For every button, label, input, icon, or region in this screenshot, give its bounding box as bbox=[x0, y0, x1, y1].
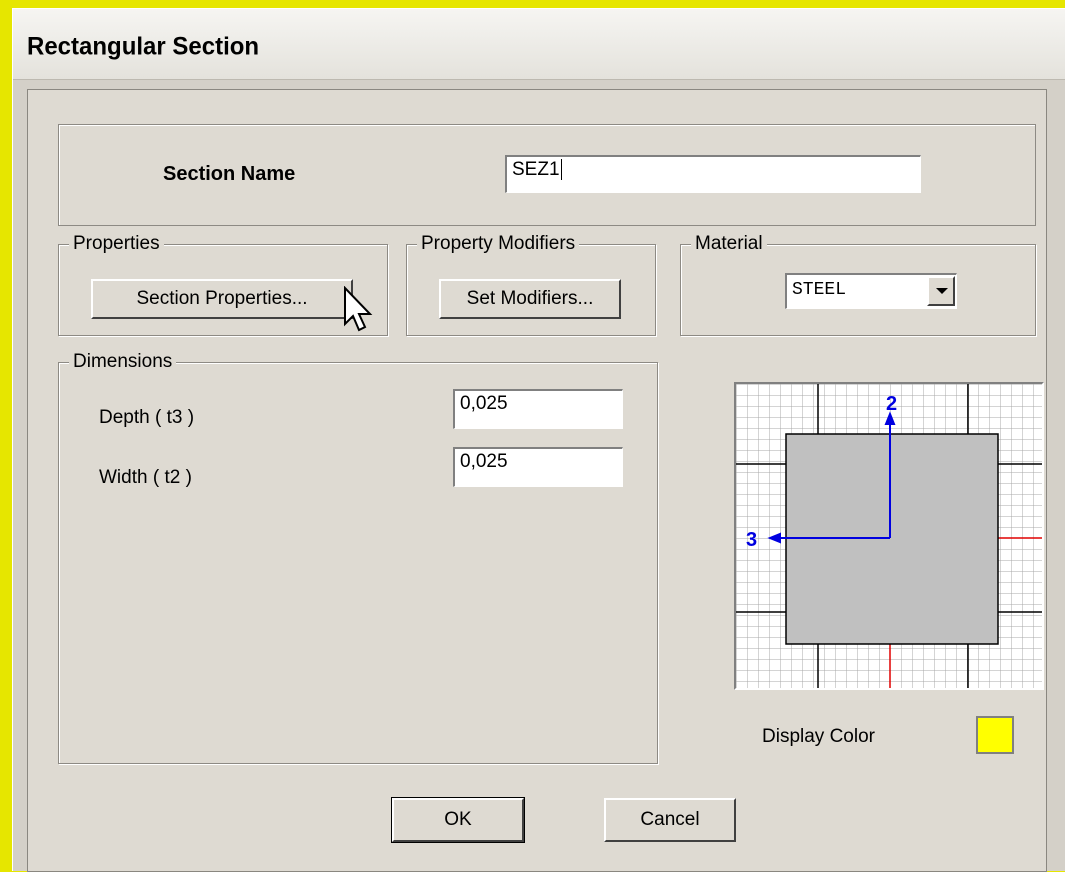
mouse-cursor-icon bbox=[344, 286, 373, 332]
chevron-down-icon[interactable] bbox=[927, 276, 955, 306]
dimensions-group: Dimensions Depth ( t3 ) 0,025 Width ( t2… bbox=[58, 351, 658, 764]
axis-3-label: 3 bbox=[746, 529, 757, 551]
properties-group: Properties Section Properties... bbox=[58, 233, 388, 336]
set-modifiers-button[interactable]: Set Modifiers... bbox=[439, 279, 621, 319]
dialog-client-area: Section Name SEZ1 Properties Section Pro… bbox=[27, 89, 1047, 872]
depth-label: Depth ( t3 ) bbox=[99, 407, 195, 428]
width-value: 0,025 bbox=[460, 451, 508, 472]
section-preview: 2 3 bbox=[734, 382, 1044, 690]
text-caret bbox=[560, 159, 562, 180]
title-bar[interactable]: Rectangular Section bbox=[13, 9, 1065, 80]
rectangular-section-dialog: Rectangular Section Section Name SEZ1 Pr… bbox=[12, 8, 1065, 872]
property-modifiers-group: Property Modifiers Set Modifiers... bbox=[406, 233, 656, 336]
section-properties-button[interactable]: Section Properties... bbox=[91, 279, 353, 319]
property-modifiers-legend: Property Modifiers bbox=[417, 233, 580, 255]
section-preview-drawing: 2 3 bbox=[736, 384, 1042, 688]
material-selected-value: STEEL bbox=[792, 280, 847, 300]
section-name-value: SEZ1 bbox=[512, 159, 560, 180]
depth-value: 0,025 bbox=[460, 393, 508, 414]
display-color-swatch[interactable] bbox=[976, 716, 1014, 754]
material-select[interactable]: STEEL bbox=[785, 273, 957, 309]
axis-2-label: 2 bbox=[886, 393, 897, 415]
section-name-input[interactable]: SEZ1 bbox=[505, 155, 921, 193]
material-group: Material STEEL bbox=[680, 233, 1036, 336]
cancel-button[interactable]: Cancel bbox=[604, 798, 736, 842]
display-color-label: Display Color bbox=[762, 726, 875, 747]
ok-button[interactable]: OK bbox=[391, 797, 525, 843]
width-input[interactable]: 0,025 bbox=[453, 447, 623, 487]
material-legend: Material bbox=[691, 233, 767, 255]
properties-legend: Properties bbox=[69, 233, 164, 255]
width-label: Width ( t2 ) bbox=[99, 467, 192, 488]
dimensions-legend: Dimensions bbox=[69, 351, 177, 373]
depth-input[interactable]: 0,025 bbox=[453, 389, 623, 429]
dialog-title: Rectangular Section bbox=[27, 32, 260, 61]
section-name-label: Section Name bbox=[163, 163, 296, 185]
section-name-panel: Section Name SEZ1 bbox=[58, 124, 1036, 226]
